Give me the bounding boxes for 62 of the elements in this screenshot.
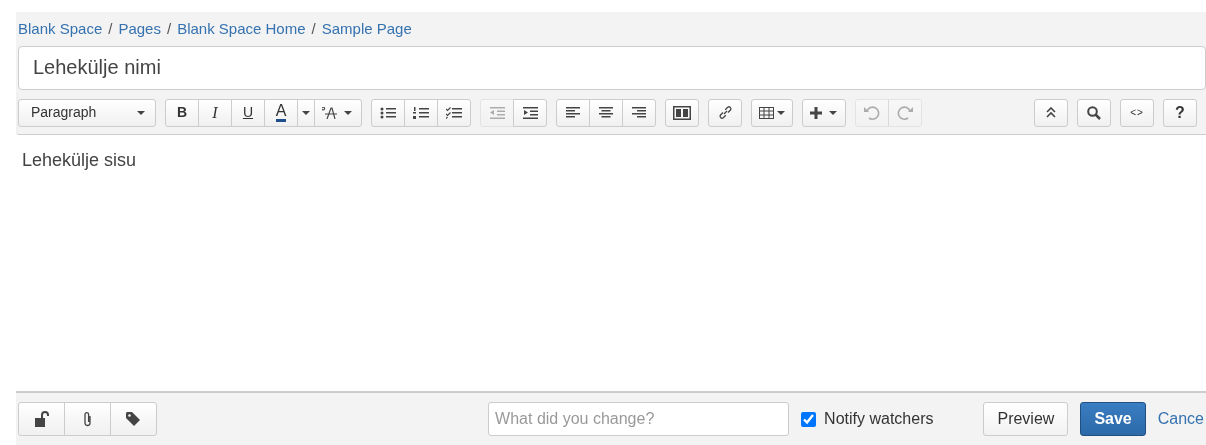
paperclip-icon (83, 411, 92, 427)
unlocked-padlock-button[interactable] (18, 402, 65, 436)
align-center-button[interactable] (589, 98, 623, 127)
indent-button[interactable] (513, 98, 547, 127)
numbered-list-icon (413, 106, 429, 119)
redo-icon (897, 105, 913, 120)
align-right-icon (632, 107, 646, 118)
search-button[interactable] (1077, 98, 1111, 127)
text-color-button[interactable]: A (264, 98, 298, 127)
plus-button[interactable] (802, 98, 846, 127)
cancel-link[interactable]: Cance (1157, 402, 1204, 436)
breadcrumb-link[interactable]: Sample Page (321, 18, 412, 41)
align-left-icon (566, 107, 580, 118)
breadcrumb-separator: / (166, 19, 172, 39)
breadcrumb-separator: / (311, 19, 316, 39)
bullet-list-button[interactable] (371, 98, 405, 127)
undo-icon (864, 105, 880, 120)
align-right-button[interactable] (622, 98, 656, 127)
underline-button[interactable]: U (231, 98, 265, 127)
comment-field[interactable]: What did you change? (488, 402, 790, 436)
clear-format-button[interactable] (314, 98, 362, 127)
tag-button[interactable] (110, 402, 157, 436)
italic-button[interactable]: I (198, 98, 232, 127)
checklist-button[interactable] (437, 98, 471, 127)
caret-icon (302, 110, 310, 115)
caret-button[interactable] (297, 98, 315, 127)
outdent-icon (489, 106, 505, 119)
notify-checkbox[interactable] (801, 411, 817, 427)
bullet-list-icon (380, 106, 396, 119)
columns-layout-button[interactable] (665, 98, 699, 127)
numbered-list-button[interactable] (404, 98, 438, 127)
caret-icon (137, 110, 145, 115)
preview-button[interactable]: Preview (983, 402, 1069, 436)
unlocked-padlock-icon (34, 411, 49, 427)
link-icon (717, 105, 733, 120)
checklist-icon (446, 106, 462, 119)
indent-icon (522, 106, 538, 119)
save-button[interactable]: Save (1080, 402, 1146, 436)
align-center-icon (599, 107, 613, 118)
title-field[interactable]: Lehekülje nimi (18, 45, 1206, 90)
help-button[interactable]: ? (1163, 98, 1197, 127)
plus-icon (810, 106, 838, 119)
tag-icon (126, 411, 141, 427)
breadcrumb-link[interactable]: Blank Space (18, 18, 103, 41)
clear-format-icon (322, 106, 354, 119)
double-chevron-up-icon (1046, 107, 1056, 118)
source-button[interactable]: <> (1120, 98, 1154, 127)
link-button[interactable] (708, 98, 742, 127)
search-icon (1087, 105, 1101, 120)
breadcrumb-link[interactable]: Pages (118, 18, 161, 41)
columns-layout-icon (673, 105, 691, 120)
table-button[interactable] (751, 98, 793, 127)
breadcrumb-separator: / (108, 19, 113, 39)
table-icon (759, 106, 785, 119)
breadcrumb-link[interactable]: Blank Space Home (177, 18, 306, 41)
bold-button[interactable]: B (165, 98, 199, 127)
notify-label: Notify watchers (824, 409, 934, 429)
paperclip-button[interactable] (64, 402, 111, 436)
editor-content: Lehekülje sisu (22, 148, 137, 172)
paragraph-style-select[interactable]: Paragraph (18, 98, 156, 127)
align-left-button[interactable] (556, 98, 590, 127)
double-chevron-up-button[interactable] (1034, 98, 1068, 127)
